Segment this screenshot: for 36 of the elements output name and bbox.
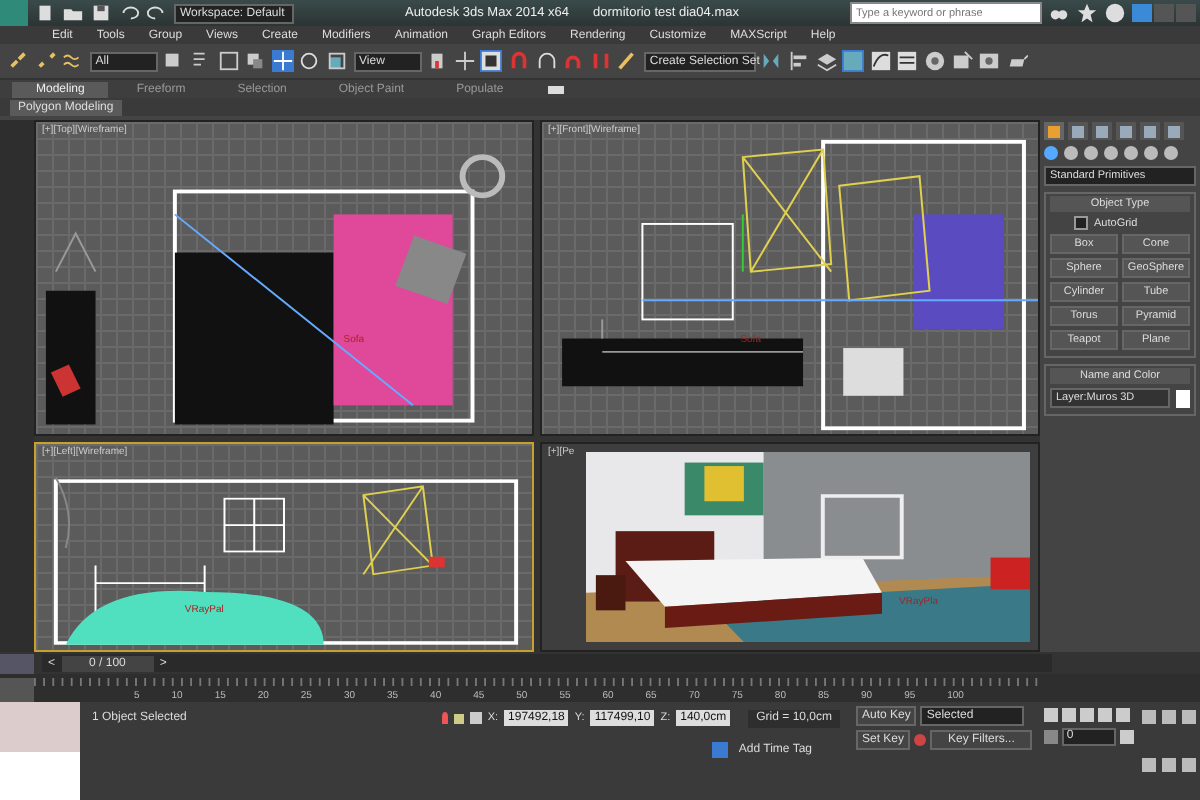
ribbon-options-icon[interactable] [547,85,564,93]
angle-snap-icon[interactable] [535,50,557,72]
wave-icon[interactable] [62,50,85,72]
scene-explorer-icon[interactable] [842,50,865,72]
maxscript-listener-field[interactable] [0,702,80,751]
geometry-icon[interactable] [1044,146,1058,160]
window-crossing-icon[interactable] [244,50,267,72]
undo-icon[interactable] [118,2,140,24]
save-icon[interactable] [90,2,112,24]
curve-editor-icon[interactable] [869,50,892,72]
rectangle-selection-icon[interactable] [217,50,240,72]
material-editor-icon[interactable] [924,50,947,72]
time-tag-icon[interactable] [712,742,729,758]
unlink-icon[interactable] [35,50,58,72]
schematic-view-icon[interactable] [896,50,919,72]
edit-named-selection-icon[interactable] [616,50,639,72]
pivot-icon[interactable] [426,50,449,72]
redo-icon[interactable] [146,2,168,24]
manipulate-icon[interactable] [453,50,476,72]
checkbox[interactable] [1074,216,1088,230]
new-file-icon[interactable] [34,2,56,24]
pin-icon[interactable] [441,712,449,724]
link-icon[interactable] [8,50,30,72]
scale-icon[interactable] [325,50,348,72]
layer-manager-icon[interactable] [815,50,838,72]
maxscript-output-field[interactable] [0,751,80,800]
star-icon[interactable] [1076,2,1098,24]
rotate-icon[interactable] [298,50,321,72]
color-swatch[interactable] [1176,389,1190,407]
align-icon[interactable] [788,50,811,72]
key-filter-icon[interactable] [914,734,927,746]
mirror-icon[interactable] [760,50,783,72]
lock-icon[interactable] [454,713,465,723]
move-icon[interactable] [271,50,294,72]
keyboard-shortcut-icon[interactable] [480,50,503,72]
create-icon[interactable] [1044,122,1064,140]
